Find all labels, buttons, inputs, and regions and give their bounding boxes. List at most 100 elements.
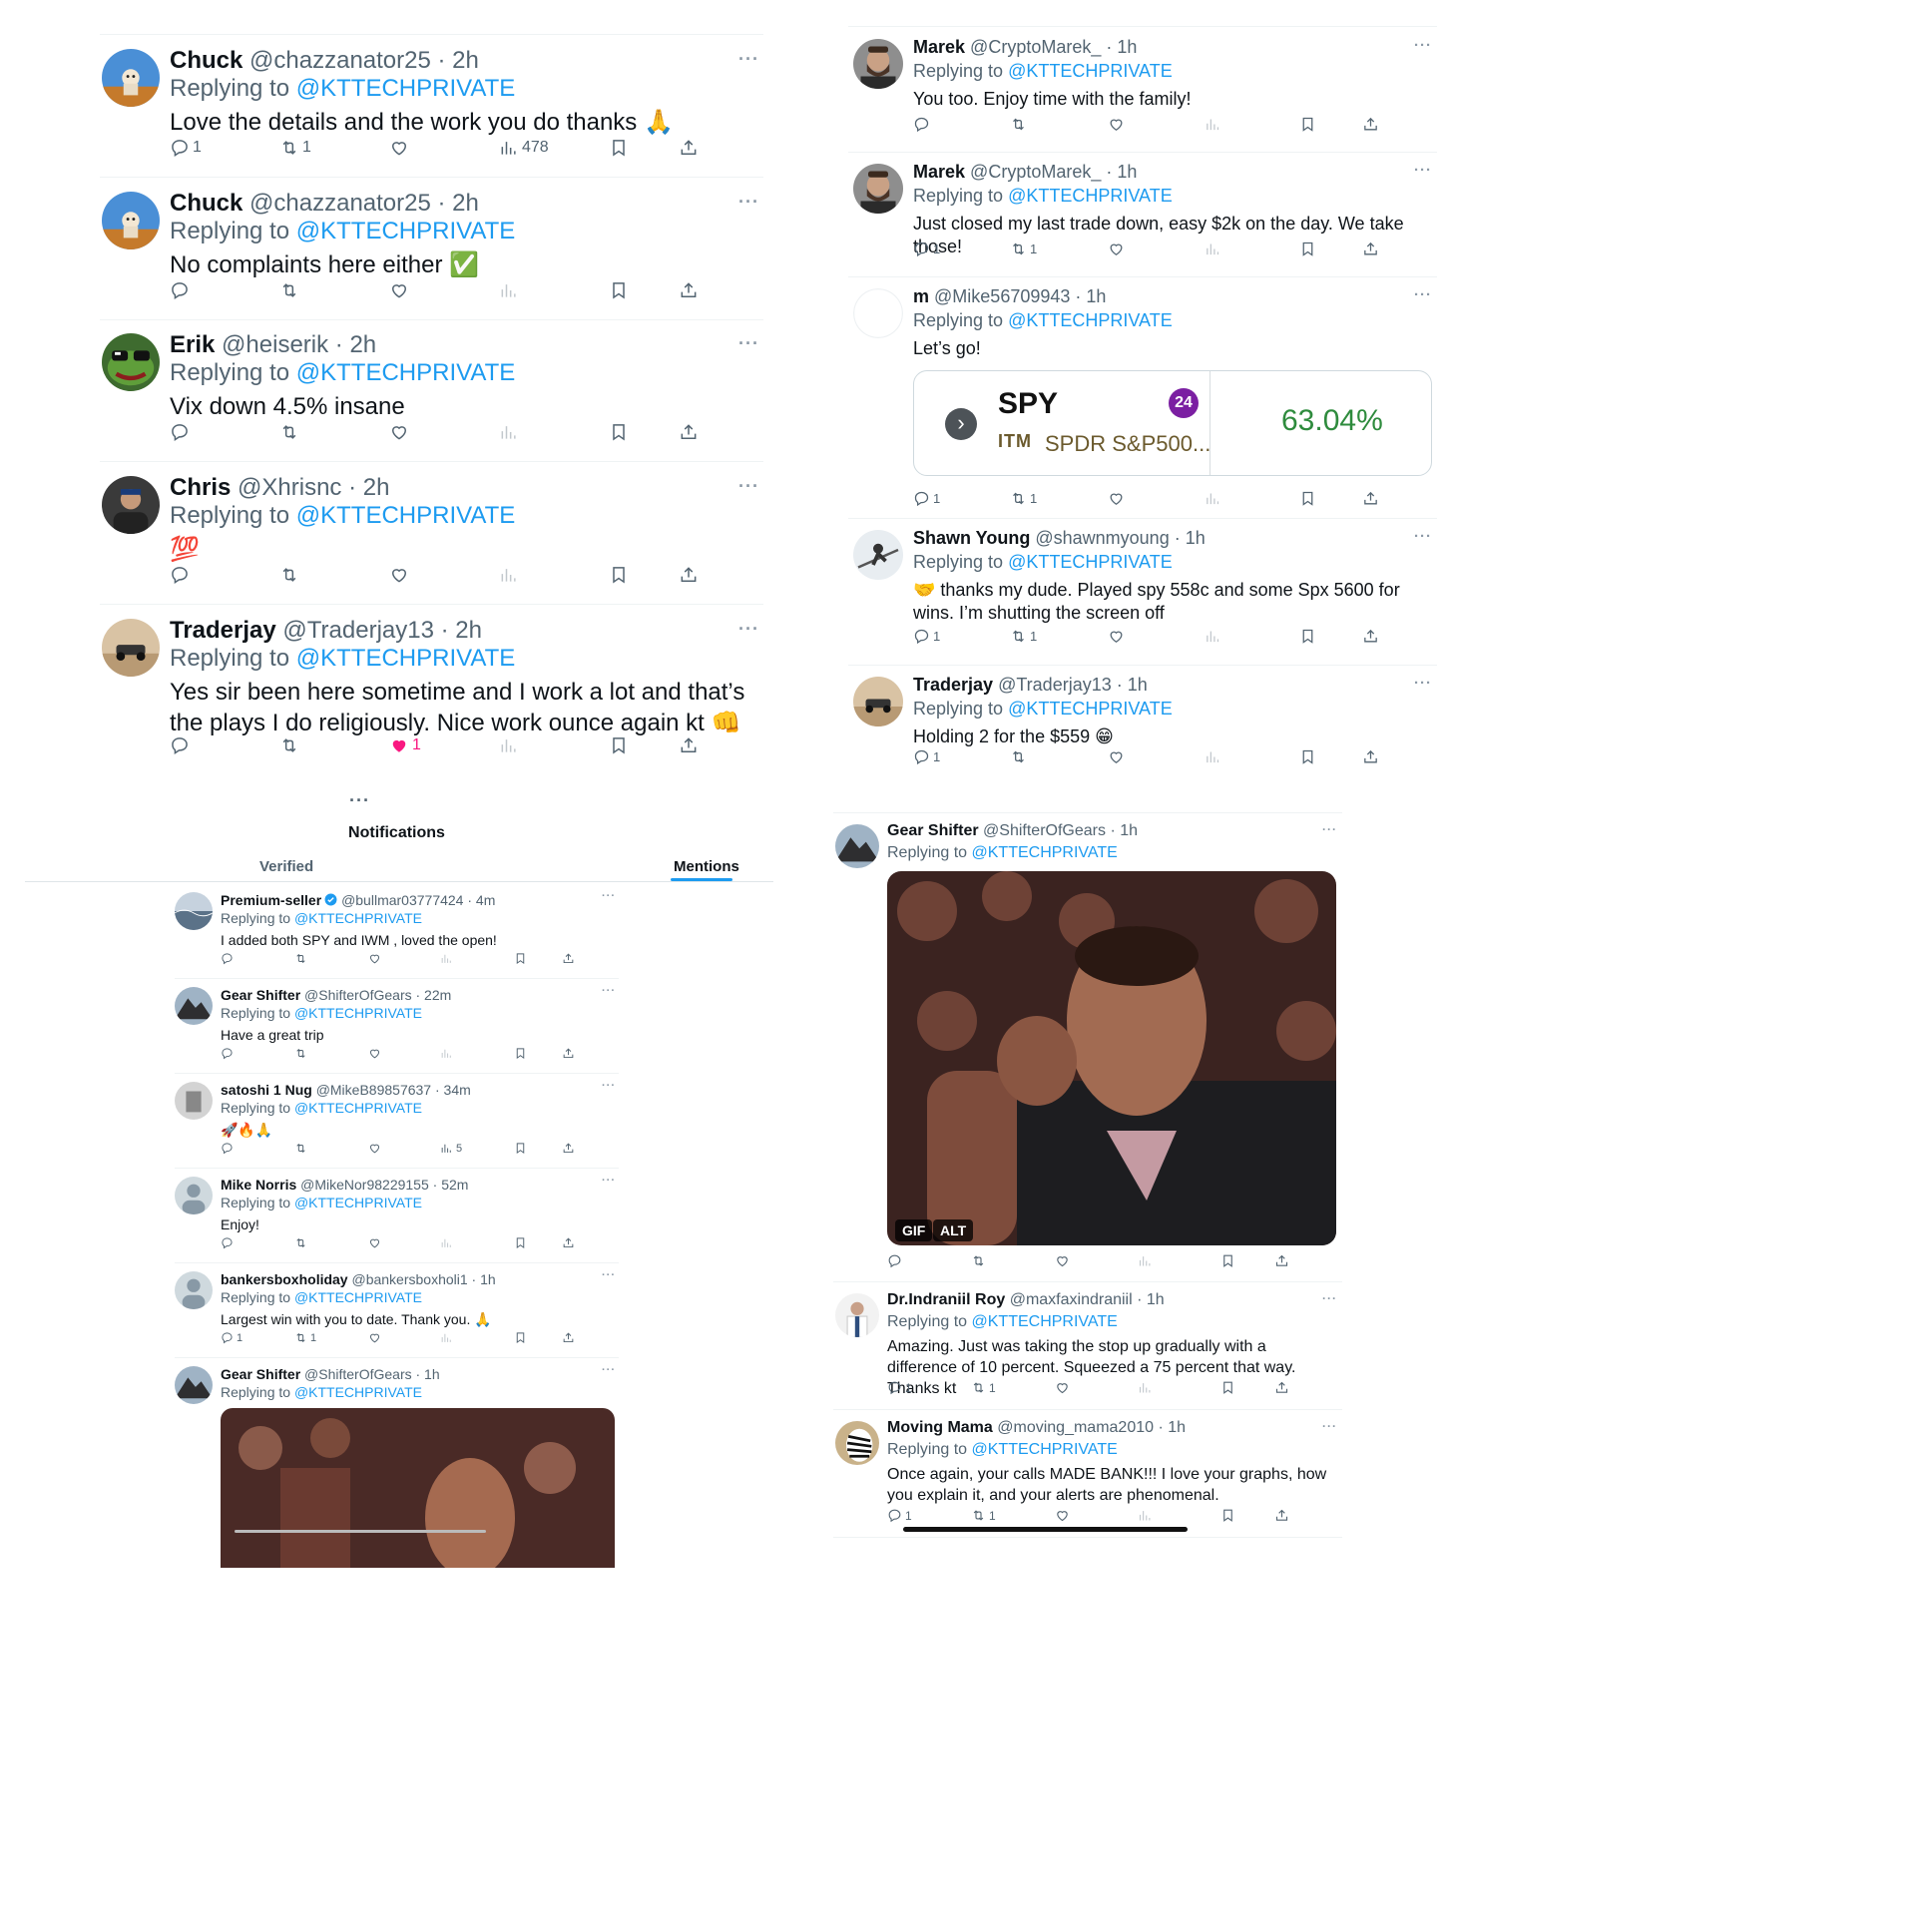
like-button[interactable] [1108,628,1128,645]
bookmark-button[interactable] [1299,116,1316,133]
more-options-icon[interactable]: ··· [602,1175,616,1187]
gif-media[interactable] [887,871,1336,1245]
avatar[interactable] [102,619,160,677]
more-options-icon[interactable]: ··· [602,985,616,997]
display-name[interactable]: Gear Shifter [221,987,300,1003]
mention-link[interactable]: @KTTECHPRIVATE [294,910,422,926]
reply-tweet[interactable]: Moving Mama @moving_mama2010 · 1h ··· Repl… [833,1413,1342,1541]
reply-tweet[interactable]: Chris @Xhrisnc · 2h ··· Replying to @KTTEC… [100,462,763,605]
mention-tweet[interactable]: Premium-seller @bullmar03777424 · 4m ··· R… [175,884,619,979]
reply-tweet[interactable]: Chuck @chazzanator25 · 2h ··· Replying to … [100,35,763,178]
repost-button[interactable] [294,1236,310,1249]
display-name[interactable]: Mike Norris [221,1177,296,1193]
reply-button[interactable]: 1 [170,138,202,158]
alt-badge[interactable]: ALT [933,1219,974,1241]
reply-button[interactable] [170,565,193,585]
avatar[interactable] [175,1082,213,1120]
repost-button[interactable] [294,1142,310,1155]
avatar[interactable] [175,1271,213,1309]
reply-tweet[interactable]: Marek @CryptoMarek_ · 1h ··· Replying to @… [848,152,1437,277]
mention-tweet[interactable]: satoshi 1 Nug @MikeB89857637 · 34m ··· Rep… [175,1074,619,1169]
avatar[interactable] [102,476,160,534]
more-options-icon[interactable]: ··· [1322,822,1337,836]
share-button[interactable] [562,1047,575,1060]
gif-thumbnail[interactable] [221,1408,615,1568]
views-button[interactable] [1138,1380,1156,1395]
like-button[interactable] [1055,1253,1073,1268]
display-name[interactable]: Chris [170,474,231,501]
avatar[interactable] [835,1293,879,1337]
like-button[interactable] [1108,241,1128,257]
repost-button[interactable]: 1 [971,1380,996,1395]
reply-button[interactable] [221,1236,237,1249]
avatar[interactable] [853,39,903,89]
avatar[interactable] [835,1421,879,1465]
bookmark-button[interactable] [514,1142,527,1155]
like-button[interactable] [1108,490,1128,507]
mention-link[interactable]: @KTTECHPRIVATE [294,1384,422,1400]
reply-button[interactable] [221,1047,237,1060]
share-button[interactable] [1274,1508,1289,1523]
reply-tweet[interactable]: Gear Shifter @ShifterOfGears · 1h ··· Repl… [833,816,1342,1285]
chevron-right-icon[interactable]: › [945,408,977,440]
like-button[interactable] [368,1331,384,1344]
more-options-icon[interactable]: ··· [738,192,759,213]
reply-button[interactable]: 1 [887,1508,912,1523]
more-options-icon[interactable]: ··· [738,476,759,497]
mention-link[interactable]: @KTTECHPRIVATE [1008,699,1173,719]
more-options-icon[interactable]: ··· [1322,1291,1337,1305]
share-button[interactable] [1274,1253,1289,1268]
avatar[interactable] [835,824,879,868]
avatar[interactable] [175,892,213,930]
bookmark-button[interactable] [1299,241,1316,257]
views-button[interactable] [1205,116,1224,133]
share-button[interactable] [1362,116,1379,133]
reply-button[interactable] [170,735,193,755]
like-button[interactable] [1055,1508,1073,1523]
more-options-icon[interactable]: ··· [1322,1419,1337,1433]
views-button[interactable] [440,1236,456,1249]
like-button[interactable] [389,138,412,158]
mention-link[interactable]: @KTTECHPRIVATE [1008,310,1173,330]
spy-position-card[interactable]: › SPY 24 ITM SPDR S&P500... 63.04% [913,370,1432,476]
mention-link[interactable]: @KTTECHPRIVATE [972,1313,1118,1330]
like-button[interactable] [368,952,384,965]
share-button[interactable] [679,280,699,300]
reply-tweet[interactable]: Chuck @chazzanator25 · 2h ··· Replying to … [100,178,763,320]
reply-button[interactable] [221,1142,237,1155]
more-options-icon[interactable]: ··· [1414,286,1432,303]
mention-link[interactable]: @KTTECHPRIVATE [296,645,516,672]
share-button[interactable] [1362,490,1379,507]
reply-tweet[interactable]: Marek @CryptoMarek_ · 1h ··· Replying to @… [848,27,1437,153]
bookmark-button[interactable] [609,735,629,755]
views-button[interactable] [499,565,522,585]
views-button[interactable] [499,422,522,442]
avatar[interactable] [853,677,903,726]
tab-mentions[interactable]: Mentions [674,858,739,875]
avatar[interactable] [175,1366,213,1404]
repost-button[interactable]: 1 [1010,628,1037,645]
more-options-icon[interactable]: ··· [602,890,616,902]
repost-button[interactable] [1010,748,1030,765]
share-button[interactable] [1362,241,1379,257]
mention-link[interactable]: @KTTECHPRIVATE [972,844,1118,861]
like-button[interactable] [368,1047,384,1060]
reply-tweet[interactable]: Shawn Young @shawnmyoung · 1h ··· Replying… [848,518,1437,666]
mention-tweet[interactable]: Gear Shifter @ShifterOfGears · 1h ··· Repl… [175,1358,619,1568]
views-button[interactable]: 478 [499,138,549,158]
bookmark-button[interactable] [514,1331,527,1344]
views-button[interactable] [499,280,522,300]
repost-button[interactable] [279,565,302,585]
bookmark-button[interactable] [1299,628,1316,645]
repost-button[interactable] [971,1253,989,1268]
bookmark-button[interactable] [1299,748,1316,765]
reply-button[interactable]: 1 [221,1331,242,1344]
display-name[interactable]: Traderjay [913,675,993,695]
display-name[interactable]: Moving Mama [887,1419,993,1436]
repost-button[interactable]: 1 [1010,241,1037,257]
share-button[interactable] [562,1142,575,1155]
mention-tweet[interactable]: bankersboxholiday @bankersboxholi1 · 1h ·… [175,1263,619,1358]
like-button[interactable] [389,565,412,585]
more-options-icon[interactable]: ··· [738,619,759,640]
bookmark-button[interactable] [609,138,629,158]
